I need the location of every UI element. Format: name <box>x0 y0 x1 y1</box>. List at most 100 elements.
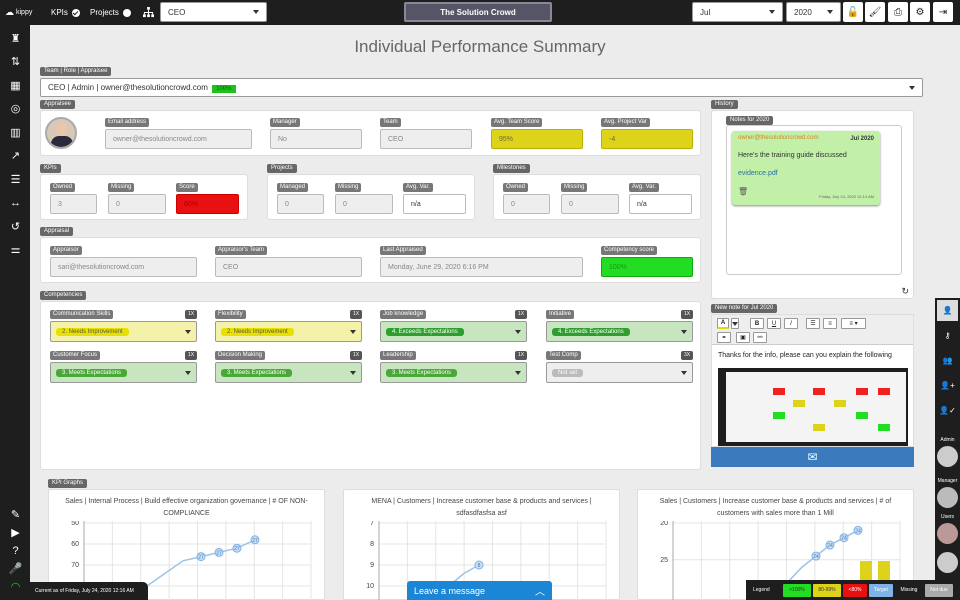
role-select-value: CEO <box>168 7 186 17</box>
sidebar-item-line-chart[interactable]: ↗ <box>7 148 24 163</box>
data-label: 27 <box>234 546 240 552</box>
chevron-up-icon: ︿ <box>535 587 545 598</box>
competency-select[interactable]: Not set <box>546 362 693 383</box>
kpis-toggle[interactable]: KPIs <box>51 0 80 25</box>
chevron-down-icon <box>732 321 738 326</box>
embedded-screenshot-image <box>718 368 908 446</box>
bold-button[interactable]: B <box>750 318 764 329</box>
cloud-icon: ☁ <box>5 7 14 17</box>
gear-icon: ⚙ <box>915 6 925 18</box>
youtube-icon: ▶ <box>11 527 20 539</box>
refresh-icon[interactable]: ↻ <box>901 286 909 297</box>
sidebar-item-mic[interactable]: 🎤 <box>7 561 24 576</box>
note-text-input[interactable]: Thanks for the info, please can you expl… <box>718 352 892 359</box>
user-avatar-button[interactable]: 👤 <box>937 300 958 321</box>
sidebar-item-sliders[interactable]: ⚌ <box>7 242 24 257</box>
year-select[interactable]: 2020 <box>786 2 841 22</box>
manager-avatar[interactable] <box>937 487 958 508</box>
data-label: 8 <box>478 563 481 569</box>
user-avatar-2[interactable] <box>937 552 958 573</box>
sidebar-item-youtube[interactable]: ▶ <box>7 525 24 540</box>
kpis-label: KPIs <box>51 8 68 17</box>
leave-message-button[interactable]: Leave a message ︿ <box>407 581 552 600</box>
sidebar-item-arrows[interactable]: ↔ <box>7 195 24 210</box>
last-appraised-field: Monday, June 29, 2020 6:16 PM <box>380 257 583 277</box>
add-user-button[interactable]: 👤+ <box>937 375 958 396</box>
arrows-icon: ↔ <box>10 196 21 209</box>
legend-item: Target <box>869 583 893 597</box>
sidebar-item-list[interactable]: ☰ <box>7 172 24 187</box>
text-color-button[interactable]: A <box>717 318 729 329</box>
competency-select[interactable]: 3. Meets Expectations <box>215 362 362 383</box>
competency-select[interactable]: 2. Needs Improvement <box>215 321 362 342</box>
competency-select[interactable]: 3. Meets Expectations <box>380 362 527 383</box>
list-icon: ☰ <box>10 174 21 186</box>
users-button[interactable]: 👥 <box>937 350 958 371</box>
sidebar-item-magic[interactable]: ✎ <box>7 507 24 522</box>
competency-select[interactable]: 2. Needs Improvement <box>50 321 197 342</box>
month-select[interactable]: Jul <box>692 2 783 22</box>
user-key-icon: ⚷ <box>944 331 951 340</box>
trash-icon[interactable]: 🗑 <box>738 187 748 196</box>
underline-button[interactable]: U <box>767 318 781 329</box>
y-tick-label: 7 <box>370 521 374 527</box>
note-card: owner@thesolutioncrowd.com Jul 2020 Here… <box>732 131 880 205</box>
y-tick-label: 9 <box>370 562 374 569</box>
unordered-list-button[interactable]: ☰ <box>806 318 820 329</box>
image-button[interactable]: ▣ <box>736 332 750 343</box>
competency-name: Test Comp <box>546 351 581 360</box>
admin-avatar[interactable] <box>937 446 958 467</box>
text-color-dropdown[interactable] <box>731 318 739 329</box>
sidebar-item-help[interactable]: ? <box>7 543 24 558</box>
competency-weight: 1X <box>681 310 694 319</box>
last-appraised-label: Last Appraised <box>380 246 426 255</box>
sort-icon: ⇅ <box>10 56 21 68</box>
chevron-down-icon <box>827 10 833 14</box>
send-note-button[interactable]: ✉ <box>711 447 914 467</box>
app-logo[interactable]: ☁ kippy <box>5 0 32 25</box>
kpis-missing-field: 0 <box>108 194 166 214</box>
org-name-button[interactable]: The Solution Crowd <box>404 2 552 22</box>
appraisee-select[interactable]: CEO | Admin | owner@thesolutioncrowd.com… <box>40 78 923 97</box>
italic-button[interactable]: I <box>784 318 798 329</box>
competency-weight: 1X <box>515 310 528 319</box>
user-check-button[interactable]: 👤✓ <box>937 400 958 421</box>
sidebar-item-history[interactable]: ↺ <box>7 219 24 234</box>
sidebar-item-strategy[interactable]: ♜ <box>7 31 24 46</box>
key-user-button[interactable]: ⚷ <box>937 325 958 346</box>
brush-button[interactable]: 🖌 <box>865 2 885 22</box>
y-tick-label: 60 <box>71 541 79 548</box>
competency-select[interactable]: 3. Meets Expectations <box>50 362 197 383</box>
org-chart-button[interactable] <box>138 2 158 22</box>
year-value: 2020 <box>794 7 812 17</box>
image-icon: ▣ <box>740 335 746 341</box>
link-button[interactable]: ⚭ <box>717 332 731 343</box>
competency-value: 3. Meets Expectations <box>221 368 293 377</box>
projects-label: Projects <box>90 8 119 17</box>
unlock-button[interactable]: 🔓 <box>843 2 863 22</box>
target-icon: ◎ <box>10 103 21 115</box>
sidebar-item-dashboard[interactable]: ▦ <box>7 78 24 93</box>
ordered-list-button[interactable]: ≡ <box>823 318 837 329</box>
align-button[interactable]: ≡ ▾ <box>841 318 866 329</box>
competency-select[interactable]: 4. Exceeds Expectations <box>546 321 693 342</box>
sliders-icon: ⚌ <box>10 244 21 256</box>
sidebar-item-sort[interactable]: ⇅ <box>7 54 24 69</box>
milestones-avg-field: n/a <box>629 194 692 214</box>
milestones-section-label: Milestones <box>493 164 530 173</box>
unlink-button[interactable]: ⚯ <box>753 332 767 343</box>
settings-button[interactable]: ⚙ <box>910 2 930 22</box>
print-button[interactable]: ⎙ <box>888 2 908 22</box>
user-avatar-1[interactable] <box>937 523 958 544</box>
sidebar-item-bar-chart[interactable]: ▥ <box>7 125 24 140</box>
competency-value: 2. Needs Improvement <box>221 327 294 336</box>
bar-chart-icon: ▥ <box>10 127 21 139</box>
competency-value: 3. Meets Expectations <box>56 368 128 377</box>
role-select[interactable]: CEO <box>160 2 267 22</box>
logout-button[interactable]: ⇥ <box>933 2 953 22</box>
sidebar-item-target[interactable]: ◎ <box>7 101 24 116</box>
note-attachment-link[interactable]: evidence.pdf <box>738 170 778 177</box>
projects-toggle[interactable]: Projects <box>90 0 131 25</box>
appraiser-field: sari@thesolutioncrowd.com <box>50 257 197 277</box>
competency-select[interactable]: 4. Exceeds Expectations <box>380 321 527 342</box>
